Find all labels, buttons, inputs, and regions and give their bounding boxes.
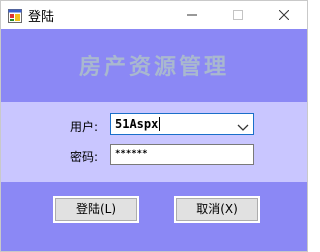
minimize-button[interactable] bbox=[169, 1, 215, 29]
close-icon bbox=[279, 10, 289, 20]
banner: 房产资源管理 bbox=[1, 29, 307, 102]
login-form: 用户: 51Aspx 密码: ****** bbox=[1, 102, 307, 182]
cancel-button[interactable]: 取消(X) bbox=[174, 196, 260, 223]
button-bar: 登陆(L) 取消(X) bbox=[1, 182, 307, 251]
username-label: 用户: bbox=[70, 120, 99, 134]
password-label: 密码: bbox=[70, 150, 99, 164]
username-combobox[interactable]: 51Aspx bbox=[110, 113, 254, 135]
title-bar[interactable]: 登陆 bbox=[1, 1, 307, 29]
app-icon bbox=[8, 8, 22, 23]
text-caret bbox=[159, 117, 160, 131]
banner-title: 房产资源管理 bbox=[78, 54, 229, 80]
password-field[interactable]: ****** bbox=[110, 144, 254, 165]
minimize-icon bbox=[187, 14, 197, 16]
window-title: 登陆 bbox=[28, 10, 55, 25]
username-value[interactable]: 51Aspx bbox=[115, 117, 158, 131]
password-value[interactable]: ****** bbox=[115, 149, 148, 159]
client-area: 房产资源管理 用户: 51Aspx 密码: ****** 登陆(L) 取消(X) bbox=[1, 29, 307, 251]
chevron-down-icon bbox=[237, 124, 249, 131]
dropdown-button[interactable] bbox=[236, 118, 250, 131]
login-button[interactable]: 登陆(L) bbox=[53, 196, 139, 223]
login-window: 登陆 房产资源管理 用户: 51Aspx 密码: ****** 登陆(L) 取消… bbox=[0, 0, 308, 252]
maximize-button bbox=[215, 1, 261, 29]
close-button[interactable] bbox=[261, 1, 307, 29]
maximize-icon bbox=[233, 10, 243, 20]
